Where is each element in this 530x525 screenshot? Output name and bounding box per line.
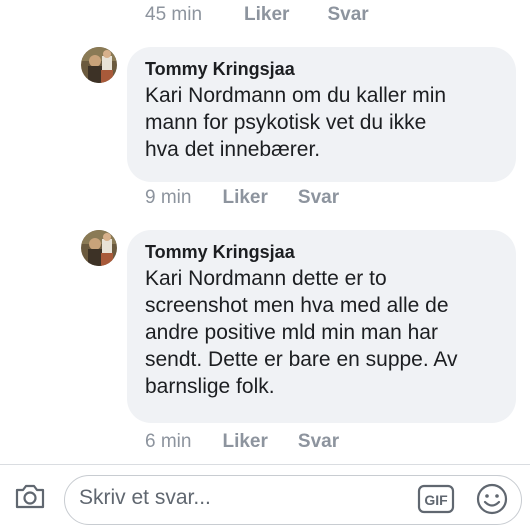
comment-text-line: hva det innebærer. (145, 138, 321, 161)
smiley-icon[interactable] (475, 482, 509, 521)
comment-author[interactable]: Tommy Kringsjaa (145, 242, 498, 262)
reply-input[interactable] (79, 486, 399, 510)
avatar[interactable] (81, 230, 117, 266)
comment-text-line: mann for psykotisk vet du ikke (145, 111, 427, 134)
like-button[interactable]: Liker (244, 4, 289, 26)
comment-timestamp: 6 min (145, 431, 192, 452)
comment-actions: 45 min Liker Svar (145, 4, 369, 26)
comment-author[interactable]: Tommy Kringsjaa (145, 59, 498, 79)
comment-text-line: barnslige folk. (145, 375, 275, 398)
gif-icon[interactable]: GIF (417, 484, 455, 519)
comment-text-line: screenshot men hva med alle de (145, 294, 449, 317)
comment-actions: 9 min Liker Svar (145, 187, 339, 209)
camera-icon[interactable] (14, 483, 46, 514)
comment-text-line: Kari Nordmann om du kaller min (145, 84, 447, 107)
comment-text: Kari Nordmann dette er to screenshot men… (145, 265, 498, 400)
comment-actions: 6 min Liker Svar (145, 431, 339, 453)
reply-button[interactable]: Svar (298, 187, 339, 209)
comment-timestamp: 9 min (145, 187, 192, 208)
reply-input-container[interactable]: GIF (64, 475, 522, 525)
comment-bubble: Tommy Kringsjaa Kari Nordmann dette er t… (127, 230, 516, 423)
like-button[interactable]: Liker (222, 187, 267, 209)
comment-text-line: sendt. Dette er bare en suppe. Av (145, 348, 458, 371)
reply-button[interactable]: Svar (298, 431, 339, 453)
avatar[interactable] (81, 47, 117, 83)
comment-text-line: Kari Nordmann dette er to (145, 267, 387, 290)
comment-text: Kari Nordmann om du kaller min mann for … (145, 82, 498, 163)
comment-timestamp: 45 min (145, 4, 203, 25)
reply-composer: GIF (0, 464, 530, 525)
like-button[interactable]: Liker (222, 431, 267, 453)
comment-bubble: Tommy Kringsjaa Kari Nordmann om du kall… (127, 47, 516, 182)
reply-button[interactable]: Svar (327, 4, 368, 26)
comment-text-line: andre positive mld min man har (145, 321, 438, 344)
